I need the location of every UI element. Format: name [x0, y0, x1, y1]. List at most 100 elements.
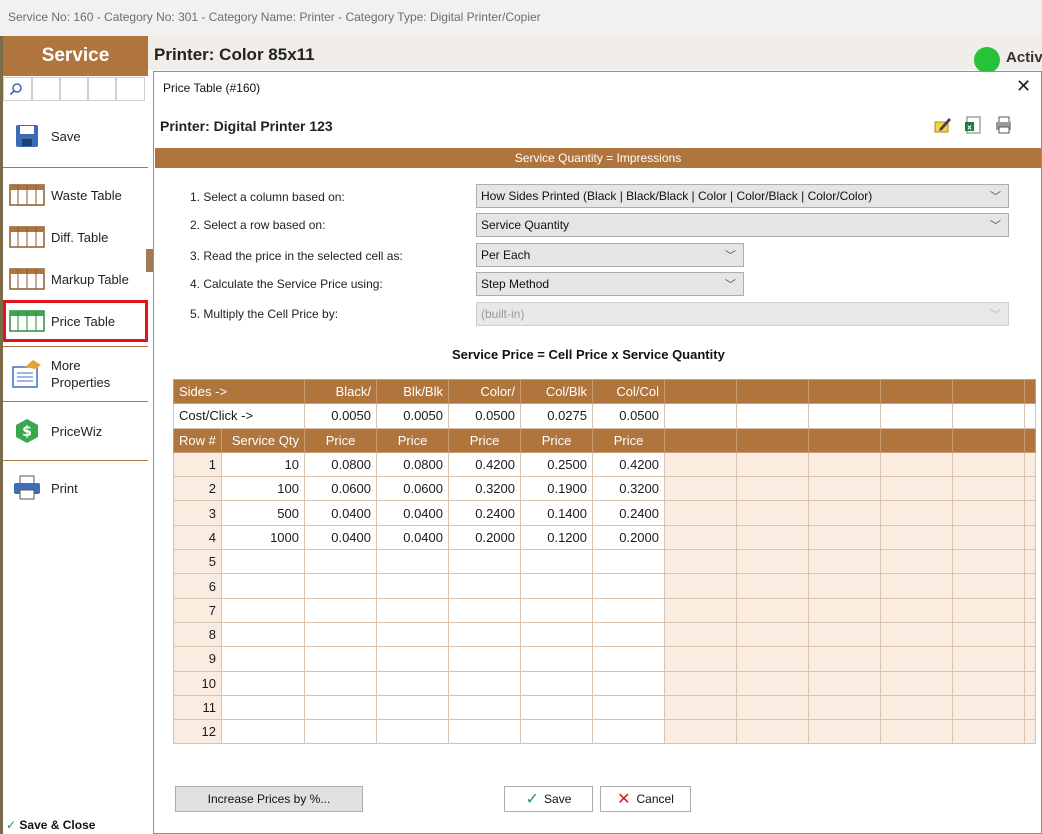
sidebar-item-markup-table[interactable]: Markup Table	[3, 258, 148, 300]
price-cell[interactable]: 0.2000	[448, 524, 521, 551]
sidebar-item-print[interactable]: Print	[3, 467, 148, 509]
price-cell[interactable]: 0.3200	[592, 476, 665, 502]
read-price-select[interactable]: Per Each ﹀	[476, 243, 744, 267]
price-cell[interactable]	[304, 670, 377, 696]
price-cell[interactable]	[520, 549, 593, 575]
sidebar-item-waste-table[interactable]: Waste Table	[3, 174, 148, 216]
price-cell[interactable]	[520, 573, 593, 599]
close-icon[interactable]: ✕	[1016, 76, 1031, 97]
price-cell[interactable]: 0.1200	[520, 524, 593, 551]
price-cell[interactable]	[304, 597, 377, 623]
column-basis-select[interactable]: How Sides Printed (Black | Black/Black |…	[476, 184, 1009, 208]
price-cell[interactable]	[520, 670, 593, 696]
price-cell[interactable]	[376, 719, 449, 745]
price-cell[interactable]	[592, 621, 665, 648]
cost-cell[interactable]: 0.0500	[592, 403, 665, 429]
sidebar-item-diff-table[interactable]: Diff. Table	[3, 216, 148, 258]
search-box[interactable]	[3, 77, 32, 101]
qty-cell[interactable]	[221, 573, 305, 599]
price-cell[interactable]	[304, 621, 377, 648]
cost-cell[interactable]: 0.0050	[376, 403, 449, 429]
price-cell[interactable]	[592, 694, 665, 721]
cost-cell[interactable]: 0.0275	[520, 403, 593, 429]
price-cell[interactable]: 0.2000	[592, 524, 665, 551]
price-cell[interactable]	[376, 573, 449, 599]
price-cell[interactable]: 0.2400	[592, 500, 665, 526]
price-cell[interactable]	[520, 646, 593, 672]
price-cell[interactable]: 0.0600	[304, 476, 377, 502]
qty-cell[interactable]: 500	[221, 500, 305, 526]
price-cell[interactable]: 0.4200	[592, 451, 665, 478]
price-cell[interactable]	[304, 646, 377, 672]
price-cell[interactable]	[520, 621, 593, 648]
edit-note-icon[interactable]	[934, 116, 952, 134]
qty-cell[interactable]	[221, 719, 305, 745]
price-cell[interactable]	[376, 621, 449, 648]
price-cell[interactable]: 0.0800	[376, 451, 449, 478]
price-cell[interactable]: 0.0400	[376, 500, 449, 526]
save-button[interactable]: ✓ Save	[504, 786, 593, 812]
price-cell[interactable]	[304, 694, 377, 721]
price-cell[interactable]	[448, 694, 521, 721]
price-cell[interactable]: 0.0400	[376, 524, 449, 551]
qty-cell[interactable]: 100	[221, 476, 305, 502]
price-cell[interactable]	[376, 549, 449, 575]
price-cell[interactable]: 0.0800	[304, 451, 377, 478]
qty-cell[interactable]	[221, 549, 305, 575]
sidebar-item-pricewiz[interactable]: $ PriceWiz	[3, 410, 148, 452]
qty-cell[interactable]	[221, 597, 305, 623]
price-cell[interactable]: 0.2500	[520, 451, 593, 478]
sidebar-item-more-properties[interactable]: More Properties	[3, 351, 148, 397]
price-cell[interactable]	[520, 719, 593, 745]
search-segment[interactable]	[32, 77, 60, 101]
cancel-button[interactable]: ✕ Cancel	[600, 786, 691, 812]
increase-prices-button[interactable]: Increase Prices by %...	[175, 786, 363, 812]
price-cell[interactable]	[592, 670, 665, 696]
excel-icon[interactable]: x	[964, 116, 982, 134]
price-cell[interactable]	[520, 694, 593, 721]
search-segment[interactable]	[60, 77, 88, 101]
price-cell[interactable]	[304, 549, 377, 575]
price-cell[interactable]: 0.0400	[304, 524, 377, 551]
price-cell[interactable]	[448, 646, 521, 672]
price-cell[interactable]: 0.1900	[520, 476, 593, 502]
price-cell[interactable]	[376, 646, 449, 672]
price-cell[interactable]	[592, 719, 665, 745]
qty-cell[interactable]	[221, 670, 305, 696]
price-cell[interactable]	[592, 646, 665, 672]
price-cell[interactable]: 0.0400	[304, 500, 377, 526]
qty-cell[interactable]	[221, 621, 305, 648]
price-cell[interactable]	[592, 597, 665, 623]
price-cell[interactable]	[376, 670, 449, 696]
price-cell[interactable]: 0.3200	[448, 476, 521, 502]
search-segment[interactable]	[88, 77, 116, 101]
price-cell[interactable]	[448, 621, 521, 648]
cost-cell[interactable]: 0.0050	[304, 403, 377, 429]
price-cell[interactable]	[448, 597, 521, 623]
price-cell[interactable]	[448, 573, 521, 599]
search-segment[interactable]	[116, 77, 145, 101]
qty-cell[interactable]: 1000	[221, 524, 305, 551]
price-cell[interactable]	[448, 719, 521, 745]
price-cell[interactable]	[592, 573, 665, 599]
row-basis-select[interactable]: Service Quantity ﹀	[476, 213, 1009, 237]
price-cell[interactable]	[376, 597, 449, 623]
price-cell[interactable]: 0.2400	[448, 500, 521, 526]
qty-cell[interactable]: 10	[221, 451, 305, 478]
cost-cell[interactable]: 0.0500	[448, 403, 521, 429]
price-cell[interactable]	[592, 549, 665, 575]
price-cell[interactable]	[448, 670, 521, 696]
price-cell[interactable]	[520, 597, 593, 623]
qty-cell[interactable]	[221, 646, 305, 672]
price-cell[interactable]	[376, 694, 449, 721]
sidebar-item-price-table[interactable]: Price Table	[3, 300, 148, 342]
sidebar-item-save[interactable]: Save	[3, 115, 148, 157]
price-cell[interactable]	[448, 549, 521, 575]
save-close-button[interactable]: ✓ Save & Close	[6, 818, 95, 832]
price-cell[interactable]	[304, 573, 377, 599]
price-cell[interactable]: 0.1400	[520, 500, 593, 526]
price-cell[interactable]	[304, 719, 377, 745]
print-preview-icon[interactable]	[994, 116, 1012, 134]
qty-cell[interactable]	[221, 694, 305, 721]
calc-method-select[interactable]: Step Method ﹀	[476, 272, 744, 296]
